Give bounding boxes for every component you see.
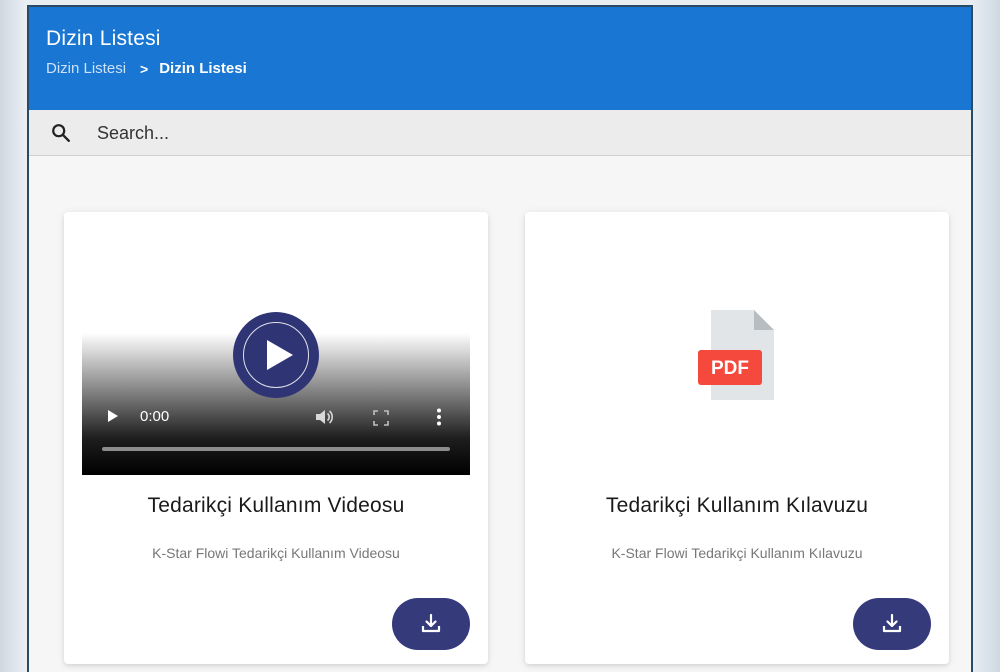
video-time: 0:00 — [140, 408, 170, 425]
video-player[interactable]: 0:00 — [82, 212, 470, 475]
breadcrumb-parent-link[interactable]: Dizin Listesi — [46, 60, 126, 77]
breadcrumb-current: Dizin Listesi — [159, 60, 247, 77]
page-title: Dizin Listesi — [46, 27, 161, 50]
page-header: Dizin Listesi Dizin Listesi > Dizin List… — [29, 7, 971, 110]
pdf-badge-label: PDF — [711, 358, 749, 379]
app-frame: Dizin Listesi Dizin Listesi > Dizin List… — [27, 5, 973, 672]
breadcrumb: Dizin Listesi > Dizin Listesi — [46, 60, 247, 77]
fullscreen-icon[interactable] — [373, 410, 389, 426]
card-title: Tedarikçi Kullanım Videosu — [147, 494, 405, 517]
card-title: Tedarikçi Kullanım Kılavuzu — [605, 494, 869, 517]
video-card: 0:00 Tedarikçi Kullanım Videosu K-Star F… — [64, 212, 488, 664]
download-icon — [421, 613, 441, 633]
search-icon[interactable] — [50, 122, 72, 144]
card-description: K-Star Flowi Tedarikçi Kullanım Videosu — [152, 545, 400, 561]
download-button[interactable] — [853, 598, 931, 650]
control-play-icon[interactable] — [108, 410, 118, 422]
download-button[interactable] — [392, 598, 470, 650]
download-icon — [882, 613, 902, 633]
more-options-icon[interactable] — [436, 408, 442, 426]
video-progress-bar[interactable] — [102, 447, 450, 451]
search-input[interactable] — [97, 119, 697, 147]
pdf-card: PDF Tedarikçi Kullanım Kılavuzu K-Star F… — [525, 212, 949, 664]
big-play-button[interactable] — [233, 312, 319, 398]
play-icon — [267, 340, 293, 370]
pdf-file-icon: PDF — [698, 310, 774, 400]
volume-icon[interactable] — [314, 408, 334, 426]
search-bar — [29, 110, 971, 156]
breadcrumb-separator: > — [140, 60, 149, 77]
card-description: K-Star Flowi Tedarikçi Kullanım Kılavuzu — [611, 545, 863, 561]
